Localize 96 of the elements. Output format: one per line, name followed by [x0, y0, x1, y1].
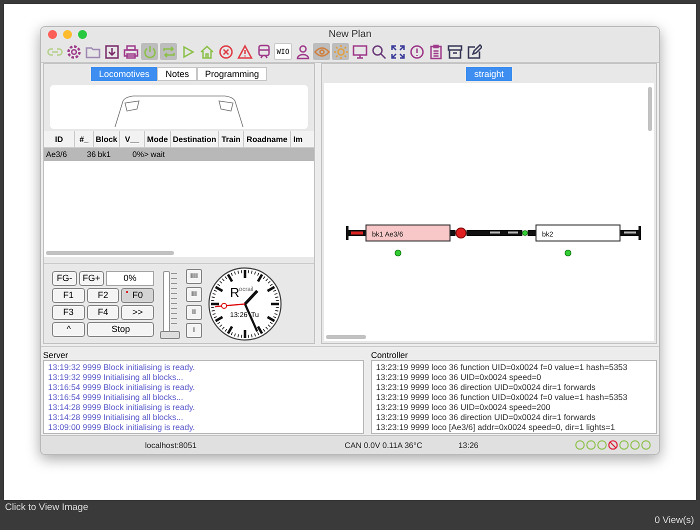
- zoom-button[interactable]: [78, 30, 87, 39]
- log-line: 13:14:28 9999 Initialising all blocks...: [48, 412, 184, 422]
- column-header[interactable]: ID: [44, 131, 75, 148]
- throttle-button[interactable]: FG-: [52, 270, 77, 286]
- function-button[interactable]: F3: [52, 304, 85, 320]
- close-button[interactable]: [48, 30, 57, 39]
- speed-slider[interactable]: [160, 268, 180, 339]
- power-icon: [142, 44, 158, 60]
- column-header[interactable]: Im: [291, 131, 305, 148]
- edit-icon: [466, 44, 482, 60]
- host-address: localhost:8051: [145, 440, 197, 450]
- table-cell-text: bk1: [96, 150, 112, 160]
- download-button[interactable]: [103, 43, 120, 60]
- tab[interactable]: Programming: [197, 67, 268, 82]
- scrollbar-thumb[interactable]: [46, 251, 174, 256]
- indicator-dot: [126, 290, 128, 293]
- gear-button[interactable]: [65, 43, 82, 60]
- log-line: 13:14:28 9999 Block initialising is ready.: [48, 402, 196, 412]
- search-button[interactable]: [370, 43, 387, 60]
- log-line: 13:23:19 9999 loco [Ae3/6] addr=0x0024 speed=0, dir=1 lights=1: [376, 422, 616, 432]
- warning-button[interactable]: [236, 43, 253, 60]
- column-header[interactable]: Mode: [145, 131, 171, 148]
- x-circle-button[interactable]: [217, 43, 234, 60]
- throttle-button[interactable]: ^: [52, 322, 86, 337]
- logo-initial: R: [230, 284, 240, 300]
- download-icon: [104, 44, 120, 60]
- log-line: 13:09:00 9999 Block initialising is ready.: [48, 422, 196, 432]
- stop-button[interactable]: Stop: [87, 322, 154, 337]
- archive-icon: [446, 44, 462, 60]
- status-time: 13:26: [458, 440, 478, 450]
- window-title: New Plan: [328, 28, 372, 40]
- log-line: 13:23:19 9999 loco 36 UID=0x0024 speed=200: [376, 402, 552, 412]
- eye-button[interactable]: [313, 43, 330, 60]
- log-line: 13:23:19 9999 loco 36 function UID=0x0024 f=0 value=1 hash=5353: [376, 392, 628, 402]
- panel-title: Controller: [371, 350, 409, 360]
- table-row[interactable]: Ae3/6 36 bk1 0%> wait: [44, 148, 314, 162]
- loop-icon: [160, 44, 176, 60]
- person-button[interactable]: [294, 43, 311, 60]
- log-line: 13:23:19 9999 loco 36 direction UID=0x0024 dir=1 forwards: [376, 412, 597, 422]
- warning-icon: [236, 44, 252, 60]
- person-icon: [294, 44, 310, 60]
- function-button[interactable]: F0: [121, 288, 154, 303]
- expand-icon: [390, 44, 406, 60]
- slider-thumb[interactable]: [160, 330, 180, 339]
- train-icon: [256, 44, 272, 60]
- settings-icon: [66, 44, 82, 60]
- log-line: 13:16:54 9999 Initialising all blocks...: [48, 392, 184, 402]
- function-button[interactable]: F4: [86, 304, 120, 320]
- exclamation-button[interactable]: [408, 43, 425, 60]
- table-cell-text: 36: [86, 150, 96, 160]
- column-header[interactable]: Train: [219, 131, 244, 148]
- log-line: 13:23:19 9999 loco 36 UID=0x0024 speed=0: [376, 372, 542, 382]
- printer-button[interactable]: [122, 43, 139, 60]
- function-button[interactable]: F2: [86, 288, 120, 303]
- sensor-dot[interactable]: [394, 250, 402, 256]
- table-cell-text: 0%>: [131, 150, 149, 160]
- printer-icon: [122, 44, 138, 60]
- expand-button[interactable]: [389, 43, 406, 60]
- home-icon: [198, 44, 214, 60]
- view-count: 0 View(s): [654, 515, 694, 526]
- sensor-dot[interactable]: [564, 250, 572, 256]
- column-header[interactable]: V__: [120, 131, 145, 148]
- table-cell-text: Ae3/6: [45, 150, 68, 160]
- speed-field[interactable]: 0%: [106, 270, 154, 286]
- track-rail: [450, 230, 456, 236]
- throttle-button[interactable]: >>: [121, 304, 154, 320]
- exclamation-icon: [408, 44, 424, 60]
- archive-button[interactable]: [446, 43, 463, 60]
- x-circle-icon: [218, 44, 234, 60]
- tab[interactable]: Notes: [157, 67, 197, 82]
- column-header[interactable]: Roadname: [244, 131, 291, 148]
- log-line: 13:19:32 9999 Block initialising is ready.: [48, 362, 196, 372]
- signal-light[interactable]: [456, 228, 466, 239]
- view-image-link[interactable]: Click to View Image: [5, 502, 88, 513]
- column-header[interactable]: Block: [94, 131, 120, 148]
- log-line: 13:16:54 9999 Block initialising is ready.: [48, 382, 196, 392]
- column-header[interactable]: #_: [75, 131, 94, 148]
- log-line: 13:19:32 9999 Initialising all blocks...: [48, 372, 184, 382]
- monitor-icon: [352, 44, 368, 60]
- clock-hands: [215, 290, 258, 332]
- table-cell-text: wait: [150, 150, 166, 160]
- column-header[interactable]: Destination: [171, 131, 219, 148]
- scrollbar-thumb[interactable]: [648, 87, 652, 132]
- panel-title: Server: [43, 350, 70, 360]
- search-icon: [370, 44, 386, 60]
- sun-icon: [332, 44, 348, 60]
- monitor-button[interactable]: [351, 43, 368, 60]
- scrollbar-thumb[interactable]: [326, 335, 366, 340]
- power-reading: CAN 0.0V 0.11A 36°C: [344, 440, 422, 450]
- log-line: 13:23:19 9999 loco 36 function UID=0x0024 f=0 value=1 hash=5353: [376, 362, 628, 372]
- clipboard-icon: [428, 44, 444, 60]
- function-button[interactable]: F1: [52, 288, 85, 303]
- log-line: 13:23:19 9999 loco 36 direction UID=0x0024 dir=1 forwards: [376, 382, 597, 392]
- sensor-dot[interactable]: [522, 230, 528, 236]
- edit-button[interactable]: [465, 43, 482, 60]
- throttle-button[interactable]: FG+: [79, 270, 104, 286]
